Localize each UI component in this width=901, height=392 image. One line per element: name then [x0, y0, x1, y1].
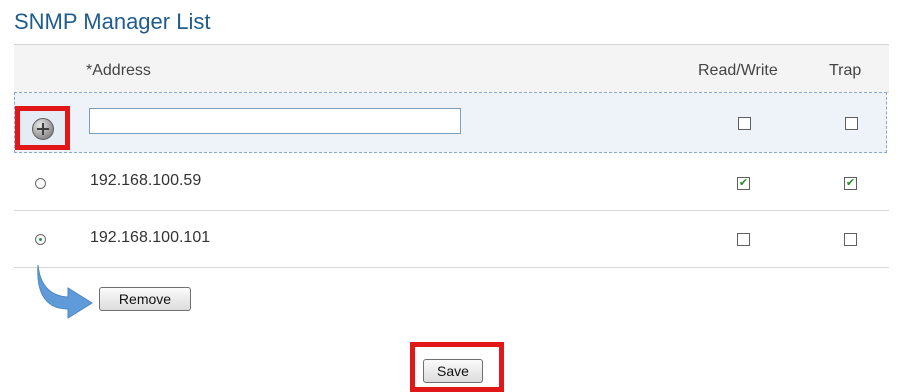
- save-button[interactable]: Save: [423, 359, 483, 383]
- column-header-trap: Trap: [829, 62, 862, 79]
- table-header: *Address Read/Write Trap: [14, 45, 889, 93]
- manager-address: 192.168.100.59: [90, 172, 202, 189]
- manager-row-radio[interactable]: [35, 178, 46, 189]
- add-entry-button[interactable]: [15, 106, 70, 150]
- column-header-read-write: Read/Write: [698, 62, 778, 79]
- remove-button[interactable]: Remove: [99, 287, 191, 311]
- new-read-write-checkbox[interactable]: [738, 117, 751, 130]
- plus-circle-icon: [32, 118, 54, 140]
- curved-arrow-icon: [37, 264, 93, 319]
- save-highlight-frame: Save: [410, 342, 504, 392]
- column-header-address: *Address: [86, 62, 151, 79]
- snmp-manager-table: *Address Read/Write Trap 192.168.100.59 …: [14, 44, 889, 268]
- trap-checkbox[interactable]: [844, 233, 857, 246]
- table-row: 192.168.100.59 ✔ ✔: [14, 154, 889, 211]
- read-write-checkbox[interactable]: ✔: [737, 177, 750, 190]
- new-trap-checkbox[interactable]: [845, 117, 858, 130]
- address-input[interactable]: [89, 108, 461, 134]
- manager-row-radio[interactable]: [35, 234, 46, 245]
- page-title: SNMP Manager List: [14, 9, 211, 34]
- table-row: 192.168.100.101: [14, 211, 889, 268]
- trap-checkbox[interactable]: ✔: [844, 177, 857, 190]
- read-write-checkbox[interactable]: [737, 233, 750, 246]
- manager-address: 192.168.100.101: [90, 229, 211, 246]
- add-entry-row: [14, 92, 887, 153]
